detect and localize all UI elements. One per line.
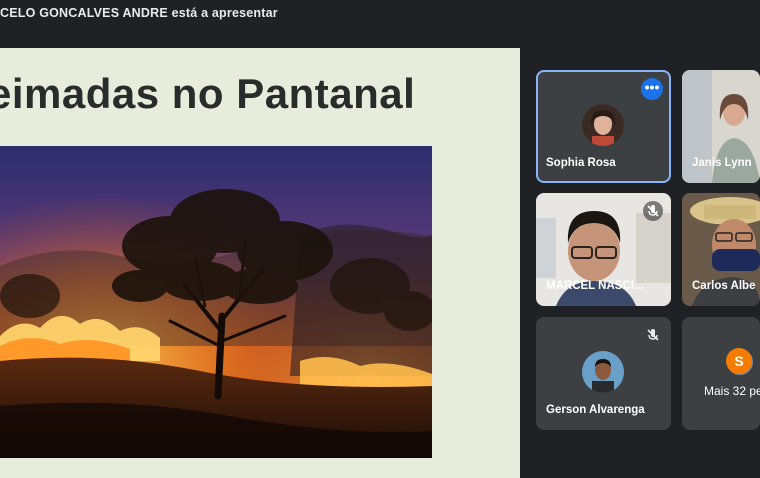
muted-mic-icon bbox=[643, 325, 663, 345]
participant-tile-janis[interactable]: Janis Lynn bbox=[682, 70, 760, 183]
wildfire-photo bbox=[0, 146, 432, 458]
person-photo-icon bbox=[582, 104, 624, 146]
participant-tile-marcel[interactable]: MARCEL NASCI... bbox=[536, 193, 671, 306]
presentation-slide: eimadas no Pantanal bbox=[0, 48, 520, 478]
presenter-banner: CELO GONCALVES ANDRE está a apresentar bbox=[0, 6, 278, 20]
more-participants-tile[interactable]: S Mais 32 pe bbox=[682, 317, 760, 430]
more-participants-label: Mais 32 pe bbox=[704, 384, 760, 398]
avatar-initial: S bbox=[734, 353, 744, 369]
presenting-label: está a apresentar bbox=[171, 6, 278, 20]
avatar bbox=[582, 104, 624, 146]
participant-name: Carlos Albe bbox=[692, 280, 756, 292]
presenter-name: CELO GONCALVES ANDRE bbox=[0, 6, 168, 20]
participant-name: Sophia Rosa bbox=[546, 157, 616, 169]
avatar bbox=[582, 351, 624, 393]
participant-name: Janis Lynn bbox=[692, 157, 752, 169]
overflow-avatar: S bbox=[726, 348, 752, 374]
top-bar: CELO GONCALVES ANDRE está a apresentar bbox=[0, 0, 760, 28]
participant-name: MARCEL NASCI... bbox=[546, 280, 644, 292]
participant-tile-gerson[interactable]: Gerson Alvarenga bbox=[536, 317, 671, 430]
participant-tile-carlos[interactable]: Carlos Albe bbox=[682, 193, 760, 306]
slide-title: eimadas no Pantanal bbox=[0, 70, 416, 117]
person-photo-icon bbox=[582, 351, 624, 393]
presentation-stage: eimadas no Pantanal bbox=[0, 28, 530, 478]
participant-tile-sophia[interactable]: ••• Sophia Rosa bbox=[536, 70, 671, 183]
muted-mic-icon bbox=[643, 201, 663, 221]
more-options-button[interactable]: ••• bbox=[641, 78, 663, 100]
participant-name: Gerson Alvarenga bbox=[546, 404, 645, 416]
